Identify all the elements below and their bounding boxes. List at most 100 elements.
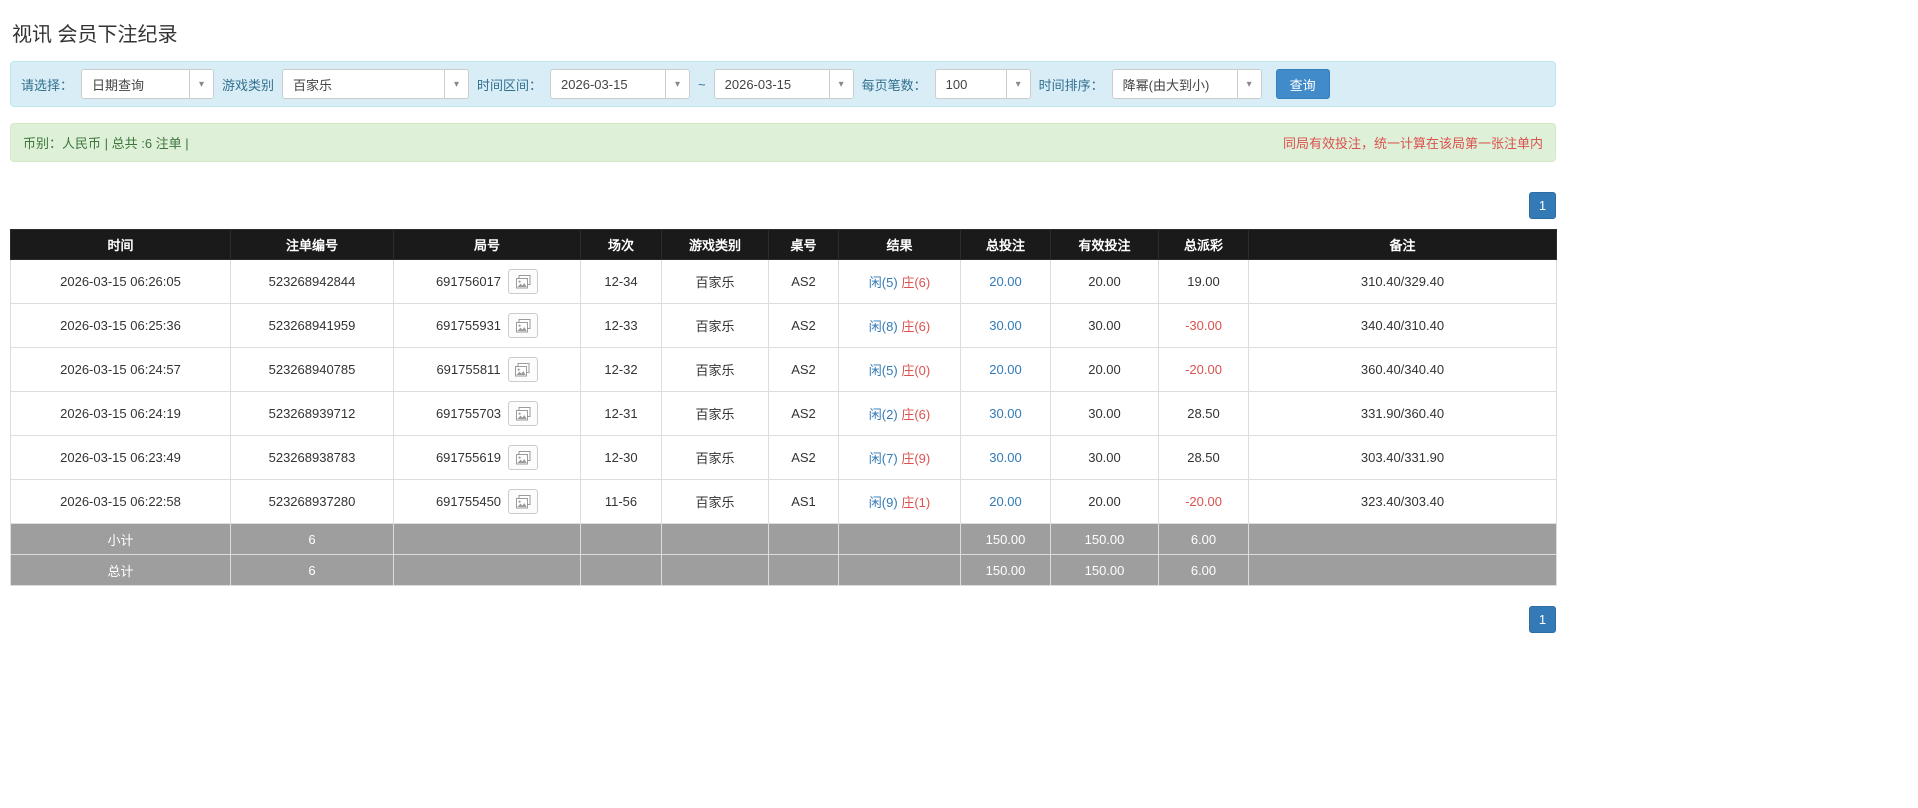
chevron-down-icon: ▾ bbox=[1236, 70, 1261, 98]
cell-payout: -20.00 bbox=[1158, 479, 1249, 524]
currency-summary-text: 币别：人民币 | 总共 :6 注单 | bbox=[23, 136, 189, 151]
summary-row: 小计 6 150.00 150.00 6.00 bbox=[10, 523, 1557, 555]
column-header: 有效投注 bbox=[1050, 229, 1159, 260]
cell-result: 闲(2) 庄(6) bbox=[838, 391, 961, 436]
summary-row: 总计 6 150.00 150.00 6.00 bbox=[10, 554, 1557, 586]
cell-table-no: AS2 bbox=[768, 391, 839, 436]
valid-bet-note-text: 同局有效投注，统一计算在该局第一张注单内 bbox=[1282, 136, 1543, 151]
round-id-text: 691755811 bbox=[436, 362, 501, 377]
cell-game-type: 百家乐 bbox=[661, 435, 769, 480]
column-header: 总派彩 bbox=[1158, 229, 1249, 260]
summary-empty bbox=[393, 554, 581, 586]
result-banker: 庄(6) bbox=[901, 275, 931, 290]
summary-label: 小计 bbox=[10, 523, 231, 555]
video-replay-icon[interactable] bbox=[508, 445, 539, 470]
time-sort-label: 时间排序： bbox=[1038, 77, 1104, 93]
round-id-text: 691755450 bbox=[435, 494, 502, 509]
cell-payout: -20.00 bbox=[1158, 347, 1249, 392]
cell-valid-bet: 30.00 bbox=[1050, 391, 1159, 436]
cell-payout: 28.50 bbox=[1158, 391, 1249, 436]
total-bet-link[interactable]: 30.00 bbox=[989, 318, 1022, 333]
result-player: 闲(9) bbox=[868, 495, 898, 510]
cell-result: 闲(7) 庄(9) bbox=[838, 435, 961, 480]
result-banker: 庄(9) bbox=[901, 451, 931, 466]
chevron-down-icon: ▾ bbox=[1005, 70, 1030, 98]
column-header: 时间 bbox=[10, 229, 231, 260]
cell-note: 323.40/303.40 bbox=[1248, 479, 1557, 524]
cell-session: 11-56 bbox=[580, 479, 662, 524]
cell-table-no: AS2 bbox=[768, 435, 839, 480]
video-replay-icon[interactable] bbox=[508, 401, 539, 426]
table-row: 2026-03-15 06:23:49 523268938783 691755619… bbox=[10, 435, 1557, 480]
page-size-select[interactable]: 100 ▾ bbox=[934, 69, 1031, 99]
round-id-text: 691755619 bbox=[435, 450, 502, 465]
search-button[interactable]: 查询 bbox=[1275, 69, 1330, 99]
summary-count: 6 bbox=[230, 554, 394, 586]
photo-glyph bbox=[515, 406, 531, 420]
summary-empty bbox=[580, 554, 662, 586]
cell-valid-bet: 30.00 bbox=[1050, 303, 1159, 348]
table-row: 2026-03-15 06:24:57 523268940785 691755811… bbox=[10, 347, 1557, 392]
round-id-text: 691756017 bbox=[435, 274, 502, 289]
page-title: 视讯 会员下注纪录 bbox=[12, 24, 178, 46]
round-id-text: 691755703 bbox=[435, 406, 502, 421]
video-replay-icon[interactable] bbox=[508, 489, 539, 514]
page-button-1[interactable]: 1 bbox=[1529, 192, 1556, 219]
cell-game-type: 百家乐 bbox=[661, 303, 769, 348]
photo-glyph bbox=[515, 362, 530, 376]
total-bet-link[interactable]: 30.00 bbox=[989, 406, 1022, 421]
pagination-bottom: 1 bbox=[10, 606, 1556, 633]
date-to-value: 2026-03-15 bbox=[724, 76, 792, 92]
cell-bet-id: 523268938783 bbox=[230, 435, 394, 480]
cell-bet-id: 523268941959 bbox=[230, 303, 394, 348]
cell-time: 2026-03-15 06:24:19 bbox=[10, 391, 231, 436]
video-replay-icon[interactable] bbox=[508, 313, 539, 338]
column-header: 备注 bbox=[1248, 229, 1557, 260]
cell-time: 2026-03-15 06:23:49 bbox=[10, 435, 231, 480]
result-player: 闲(5) bbox=[868, 363, 898, 378]
cell-round-id: 691755931 bbox=[393, 303, 581, 348]
game-type-select[interactable]: 百家乐 ▾ bbox=[282, 69, 470, 99]
photo-glyph bbox=[515, 494, 531, 508]
cell-payout: 28.50 bbox=[1158, 435, 1249, 480]
query-type-label: 请选择： bbox=[21, 77, 74, 93]
total-bet-link[interactable]: 20.00 bbox=[989, 274, 1022, 289]
date-from-select[interactable]: 2026-03-15 ▾ bbox=[550, 69, 691, 99]
cell-table-no: AS2 bbox=[768, 259, 839, 304]
page-button-1[interactable]: 1 bbox=[1529, 606, 1556, 633]
time-sort-select[interactable]: 降幂(由大到小) ▾ bbox=[1111, 69, 1262, 99]
video-replay-icon[interactable] bbox=[508, 269, 539, 294]
cell-time: 2026-03-15 06:22:58 bbox=[10, 479, 231, 524]
total-bet-link[interactable]: 20.00 bbox=[989, 494, 1022, 509]
cell-note: 360.40/340.40 bbox=[1248, 347, 1557, 392]
cell-valid-bet: 20.00 bbox=[1050, 479, 1159, 524]
cell-note: 303.40/331.90 bbox=[1248, 435, 1557, 480]
column-header: 结果 bbox=[838, 229, 961, 260]
date-from-value: 2026-03-15 bbox=[561, 76, 628, 92]
cell-total-bet: 20.00 bbox=[960, 259, 1051, 304]
cell-total-bet: 30.00 bbox=[960, 391, 1051, 436]
cell-round-id: 691756017 bbox=[393, 259, 581, 304]
summary-count: 6 bbox=[230, 523, 394, 555]
summary-payout: 6.00 bbox=[1158, 523, 1249, 555]
cell-game-type: 百家乐 bbox=[661, 479, 769, 524]
cell-round-id: 691755703 bbox=[393, 391, 581, 436]
date-to-select[interactable]: 2026-03-15 ▾ bbox=[713, 69, 854, 99]
cell-valid-bet: 30.00 bbox=[1050, 435, 1159, 480]
column-header: 游戏类别 bbox=[661, 229, 769, 260]
cell-total-bet: 30.00 bbox=[960, 435, 1051, 480]
result-banker: 庄(6) bbox=[901, 407, 931, 422]
cell-note: 331.90/360.40 bbox=[1248, 391, 1557, 436]
video-replay-icon[interactable] bbox=[507, 357, 538, 382]
summary-empty bbox=[661, 554, 769, 586]
summary-empty bbox=[580, 523, 662, 555]
query-type-select[interactable]: 日期查询 ▾ bbox=[81, 69, 215, 99]
query-type-value: 日期查询 bbox=[92, 77, 145, 93]
result-player: 闲(8) bbox=[868, 319, 898, 334]
total-bet-link[interactable]: 30.00 bbox=[989, 450, 1022, 465]
date-range-separator: ~ bbox=[698, 76, 706, 92]
column-header: 桌号 bbox=[768, 229, 839, 260]
cell-valid-bet: 20.00 bbox=[1050, 347, 1159, 392]
total-bet-link[interactable]: 20.00 bbox=[989, 362, 1022, 377]
cell-result: 闲(9) 庄(1) bbox=[838, 479, 961, 524]
